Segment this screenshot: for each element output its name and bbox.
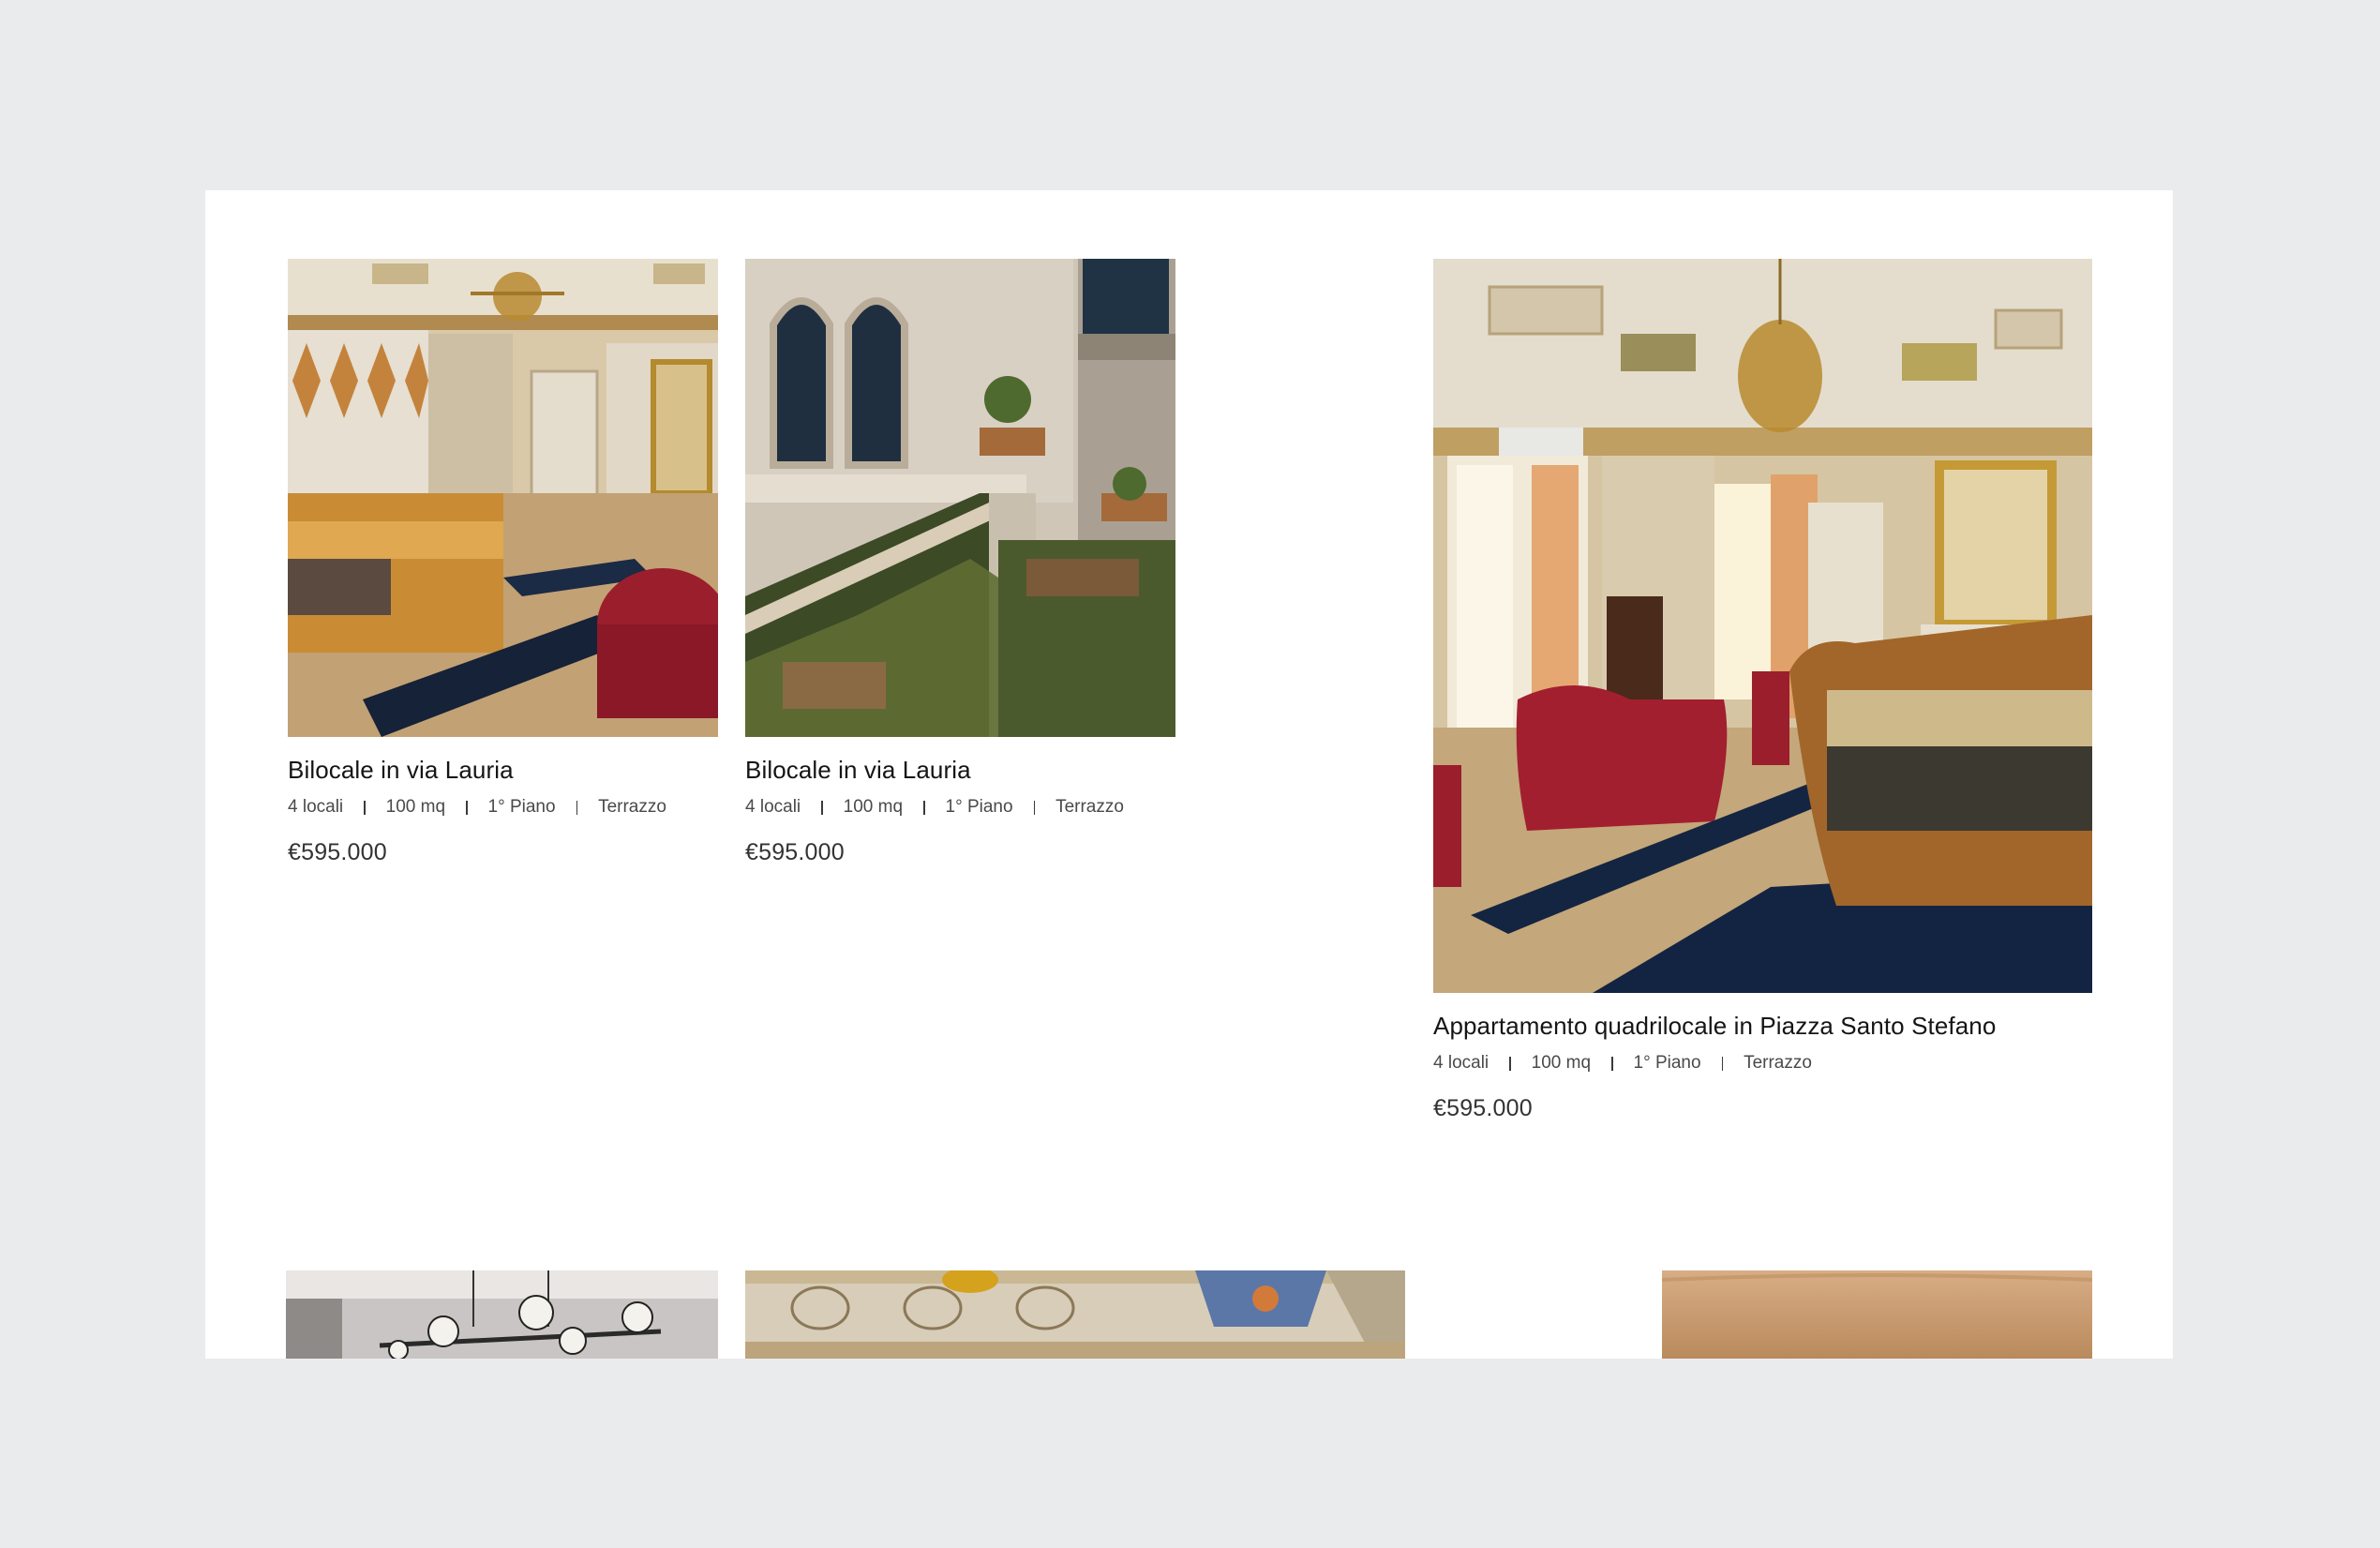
listing-photo-next-2[interactable]: [745, 1270, 1405, 1359]
listing-photo-next-1[interactable]: [286, 1270, 718, 1359]
grand-bedroom-image: [1433, 259, 2092, 993]
spec-divider: [1509, 1056, 1511, 1071]
warm-ceiling-image: [1662, 1270, 2092, 1359]
surface-area: 100 mq: [385, 797, 446, 817]
feature-label: Terrazzo: [598, 797, 666, 817]
listing-title[interactable]: Appartamento quadrilocale in Piazza Sant…: [1433, 1012, 1996, 1041]
listing-photo[interactable]: [745, 259, 1175, 737]
rooms-count: 4 locali: [288, 797, 344, 817]
listing-price: €595.000: [1433, 1095, 1533, 1121]
spec-divider: [923, 800, 925, 815]
listing-photo[interactable]: [288, 259, 718, 737]
rooms-count: 4 locali: [1433, 1053, 1489, 1073]
listings-panel: Bilocale in via Lauria 4 locali 100 mq 1…: [205, 190, 2173, 1359]
surface-area: 100 mq: [843, 797, 904, 817]
floor-level: 1° Piano: [1633, 1053, 1701, 1073]
listing-price: €595.000: [745, 839, 845, 865]
listing-price: €595.000: [288, 839, 387, 865]
modern-chandelier-image: [286, 1270, 718, 1359]
surface-area: 100 mq: [1531, 1053, 1592, 1073]
spec-divider: [1611, 1056, 1613, 1071]
spec-divider: [364, 800, 366, 815]
listing-photo-next-3[interactable]: [1662, 1270, 2092, 1359]
listing-title[interactable]: Bilocale in via Lauria: [745, 756, 971, 785]
floor-level: 1° Piano: [945, 797, 1013, 817]
rooms-count: 4 locali: [745, 797, 801, 817]
listing-specs: 4 locali 100 mq 1° Piano Terrazzo: [288, 797, 666, 818]
feature-label: Terrazzo: [1055, 797, 1124, 817]
spec-divider: [466, 800, 468, 815]
frescoed-ceiling-image: [745, 1270, 1405, 1359]
spec-divider: [821, 800, 823, 815]
listing-specs: 4 locali 100 mq 1° Piano Terrazzo: [1433, 1053, 1812, 1074]
floor-level: 1° Piano: [487, 797, 556, 817]
spec-divider: [576, 800, 578, 815]
listing-photo[interactable]: [1433, 259, 2092, 993]
spec-divider: [1033, 800, 1036, 815]
listing-title[interactable]: Bilocale in via Lauria: [288, 756, 514, 785]
bedroom-interior-image: [288, 259, 718, 737]
listing-specs: 4 locali 100 mq 1° Piano Terrazzo: [745, 797, 1124, 818]
spec-divider: [1721, 1056, 1724, 1071]
palazzo-staircase-image: [745, 259, 1175, 737]
feature-label: Terrazzo: [1744, 1053, 1812, 1073]
